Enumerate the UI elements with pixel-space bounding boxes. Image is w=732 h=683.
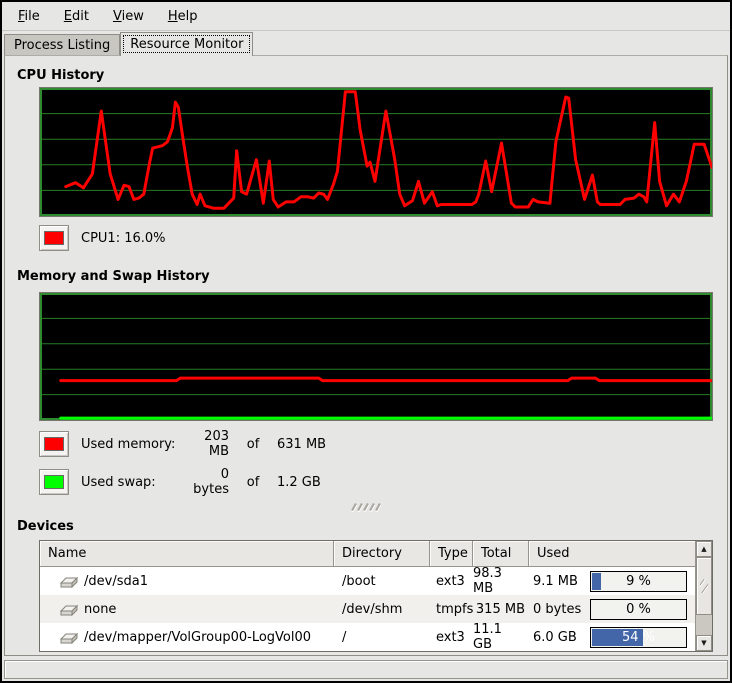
memory-usage-line — [61, 378, 712, 381]
device-directory: /dev/shm — [334, 595, 430, 623]
memory-color-chip — [44, 437, 64, 451]
progressbar-label: 54 % — [591, 628, 686, 647]
devices-vertical-scrollbar[interactable]: ▲ ▼ — [695, 541, 712, 651]
tab-process-listing[interactable]: Process Listing — [4, 34, 120, 55]
system-monitor-window: File Edit View Help Process Listing Reso… — [0, 0, 732, 683]
memory-total-value: 631 MB — [277, 437, 326, 452]
used-percent-progressbar: 54 % — [590, 627, 687, 648]
memory-legend: Used memory: 203 MB of 631 MB — [39, 429, 727, 459]
paned-resize-grip[interactable] — [5, 503, 727, 511]
memory-swap-title: Memory and Swap History — [17, 269, 727, 284]
statusbar — [4, 660, 728, 679]
down-arrow-icon: ▼ — [701, 640, 706, 647]
menu-file[interactable]: File — [6, 2, 52, 30]
progressbar-label: 0 % — [591, 600, 686, 619]
scrollbar-down-button[interactable]: ▼ — [696, 635, 712, 651]
swap-total-value: 1.2 GB — [277, 475, 321, 490]
device-row[interactable]: none /dev/shm tmpfs 315 MB 0 bytes 0 % — [40, 595, 695, 623]
header-name[interactable]: Name — [40, 541, 334, 567]
header-directory[interactable]: Directory — [334, 541, 430, 567]
device-row[interactable]: /dev/sda1 /boot ext3 98.3 MB 9.1 MB 9 % — [40, 567, 695, 595]
swap-legend: Used swap: 0 bytes of 1.2 GB — [39, 467, 727, 497]
memory-of-label: of — [241, 437, 265, 452]
notebook-tabs: Process Listing Resource Monitor — [2, 31, 730, 55]
header-total[interactable]: Total — [473, 541, 529, 567]
device-total: 315 MB — [473, 595, 529, 623]
menu-edit[interactable]: Edit — [52, 2, 101, 30]
menubar: File Edit View Help — [2, 2, 730, 31]
menu-help[interactable]: Help — [156, 2, 210, 30]
devices-treeview: Name Directory Type Total Used /dev/sd — [40, 541, 695, 651]
header-type[interactable]: Type — [430, 541, 473, 567]
progressbar-label: 9 % — [591, 572, 686, 591]
cpu-legend-label: CPU1: 16.0% — [81, 231, 166, 246]
swap-color-chip — [44, 475, 64, 489]
devices-table: Name Directory Type Total Used /dev/sd — [39, 540, 713, 652]
device-used: 9.1 MB — [533, 574, 585, 589]
swap-of-label: of — [241, 475, 265, 490]
resource-monitor-panel: CPU History CPU1: 16.0% Memory and Swap … — [4, 55, 728, 656]
scrollbar-thumb[interactable] — [696, 557, 712, 615]
scrollbar-up-button[interactable]: ▲ — [696, 541, 712, 557]
scrollbar-trough[interactable] — [696, 615, 712, 635]
harddisk-icon — [60, 603, 78, 616]
menu-view[interactable]: View — [101, 2, 156, 30]
harddisk-icon — [60, 575, 78, 588]
used-percent-progressbar: 0 % — [590, 599, 687, 620]
cpu-legend: CPU1: 16.0% — [39, 225, 727, 251]
cpu-color-chip — [44, 231, 64, 245]
memory-swap-graph — [39, 292, 713, 421]
device-total: 11.1 GB — [473, 623, 529, 651]
device-used: 0 bytes — [533, 602, 585, 617]
device-type: tmpfs — [430, 595, 473, 623]
devices-title: Devices — [17, 519, 727, 534]
device-total: 98.3 MB — [473, 567, 529, 595]
swap-color-button[interactable] — [39, 469, 69, 495]
cpu-history-title: CPU History — [17, 68, 727, 83]
memory-legend-label: Used memory: — [81, 437, 181, 452]
swap-legend-label: Used swap: — [81, 475, 181, 490]
used-percent-progressbar: 9 % — [590, 571, 687, 592]
cpu-color-button[interactable] — [39, 225, 69, 251]
device-name: none — [84, 602, 116, 617]
cpu-history-graph — [39, 87, 713, 217]
tab-resource-monitor[interactable]: Resource Monitor — [120, 32, 253, 56]
device-type: ext3 — [430, 567, 473, 595]
header-used[interactable]: Used — [529, 541, 695, 567]
device-name: /dev/mapper/VolGroup00-LogVol00 — [84, 630, 311, 645]
memory-color-button[interactable] — [39, 431, 69, 457]
device-name: /dev/sda1 — [84, 574, 148, 589]
harddisk-icon — [60, 631, 78, 644]
device-directory: /boot — [334, 567, 430, 595]
device-type: ext3 — [430, 623, 473, 651]
device-row[interactable]: /dev/mapper/VolGroup00-LogVol00 / ext3 1… — [40, 623, 695, 651]
device-used: 6.0 GB — [533, 630, 585, 645]
up-arrow-icon: ▲ — [701, 546, 706, 553]
memory-used-value: 203 MB — [181, 429, 229, 459]
devices-header-row: Name Directory Type Total Used — [40, 541, 695, 567]
swap-used-value: 0 bytes — [181, 467, 229, 497]
device-directory: / — [334, 623, 430, 651]
